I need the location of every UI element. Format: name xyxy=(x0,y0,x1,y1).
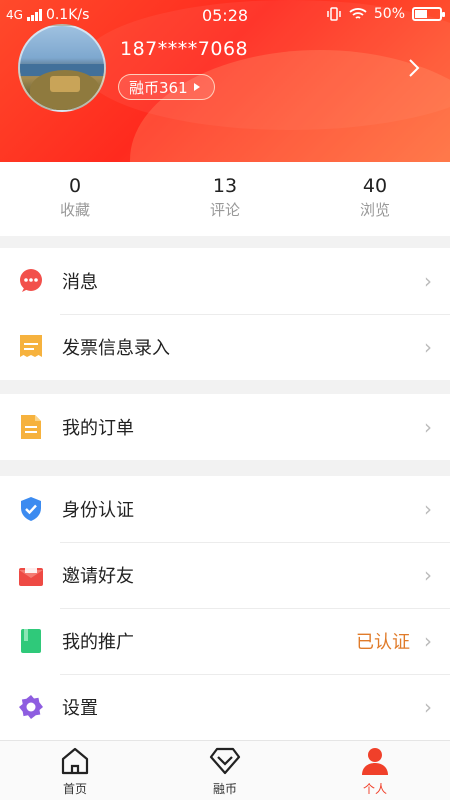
user-phone[interactable]: 187****7068 xyxy=(120,38,248,60)
stat-views[interactable]: 40 浏览 xyxy=(300,162,450,236)
home-icon xyxy=(61,747,89,775)
menu-item-promotion[interactable]: 我的推广 已认证 › xyxy=(0,608,450,674)
battery-percent: 50% xyxy=(373,6,405,22)
coin-icon xyxy=(209,747,241,775)
menu-item-identity[interactable]: 身份认证 › xyxy=(0,476,450,542)
stat-label: 收藏 xyxy=(59,201,90,219)
battery-icon xyxy=(412,7,445,21)
shield-check-icon xyxy=(18,496,44,522)
chevron-right-icon: › xyxy=(424,629,432,653)
stat-favorites[interactable]: 0 收藏 xyxy=(0,162,150,236)
stat-value: 0 xyxy=(68,175,82,197)
menu-label: 身份认证 xyxy=(62,500,134,521)
wifi-icon xyxy=(349,8,367,19)
person-icon xyxy=(362,748,388,775)
chevron-right-icon: › xyxy=(424,497,432,521)
chevron-right-icon: › xyxy=(424,563,432,587)
chevron-right-icon: › xyxy=(424,335,432,359)
vibrate-icon xyxy=(327,7,341,21)
stat-label: 浏览 xyxy=(359,201,390,219)
menu-group-messages: 消息 › 发票信息录入 › xyxy=(0,248,450,380)
tab-label: 个人 xyxy=(362,782,387,796)
stat-value: 40 xyxy=(362,175,388,197)
menu-label: 我的订单 xyxy=(62,418,134,439)
stat-label: 评论 xyxy=(209,201,240,219)
coin-balance-label: 融币361 xyxy=(129,78,188,97)
gear-icon xyxy=(18,694,44,720)
tab-label: 首页 xyxy=(62,782,87,796)
menu-label: 消息 xyxy=(62,272,98,293)
stat-comments[interactable]: 13 评论 xyxy=(150,162,300,236)
tab-coin[interactable]: 融币 xyxy=(150,741,300,800)
promotion-book-icon xyxy=(18,628,44,654)
coin-balance-button[interactable]: 融币361 xyxy=(118,74,215,100)
message-icon xyxy=(18,268,44,294)
profile-header: 4G 0.1K/s 05:28 50% 187****7068 融币361 xyxy=(0,0,450,162)
menu-group-account: 身份认证 › 邀请好友 › 我的推广 已认证 › 设置 › xyxy=(0,476,450,740)
menu-item-settings[interactable]: 设置 › xyxy=(0,674,450,740)
order-document-icon xyxy=(18,414,44,440)
tab-home[interactable]: 首页 xyxy=(0,741,150,800)
menu-item-invite[interactable]: 邀请好友 › xyxy=(0,542,450,608)
avatar[interactable] xyxy=(18,24,106,112)
chevron-right-icon: › xyxy=(424,269,432,293)
stat-value: 13 xyxy=(212,175,238,197)
menu-item-orders[interactable]: 我的订单 › xyxy=(0,394,450,460)
verified-status: 已认证 xyxy=(356,632,410,653)
menu-group-orders: 我的订单 › xyxy=(0,394,450,460)
invoice-icon xyxy=(18,334,44,360)
invite-envelope-icon xyxy=(18,562,44,588)
bottom-nav: 首页 融币 个人 xyxy=(0,740,450,800)
tab-label: 融币 xyxy=(212,782,237,796)
menu-label: 设置 xyxy=(62,698,98,719)
chevron-right-icon: › xyxy=(424,415,432,439)
chevron-right-icon[interactable] xyxy=(408,58,420,84)
play-arrow-icon xyxy=(193,83,200,91)
menu-item-invoice[interactable]: 发票信息录入 › xyxy=(0,314,450,380)
stats-bar: 0 收藏 13 评论 40 浏览 xyxy=(0,162,450,236)
tab-profile[interactable]: 个人 xyxy=(300,741,450,800)
chevron-right-icon: › xyxy=(424,695,432,719)
menu-label: 发票信息录入 xyxy=(62,338,170,359)
menu-item-messages[interactable]: 消息 › xyxy=(0,248,450,314)
menu-label: 我的推广 xyxy=(62,632,134,653)
menu-label: 邀请好友 xyxy=(62,566,134,587)
